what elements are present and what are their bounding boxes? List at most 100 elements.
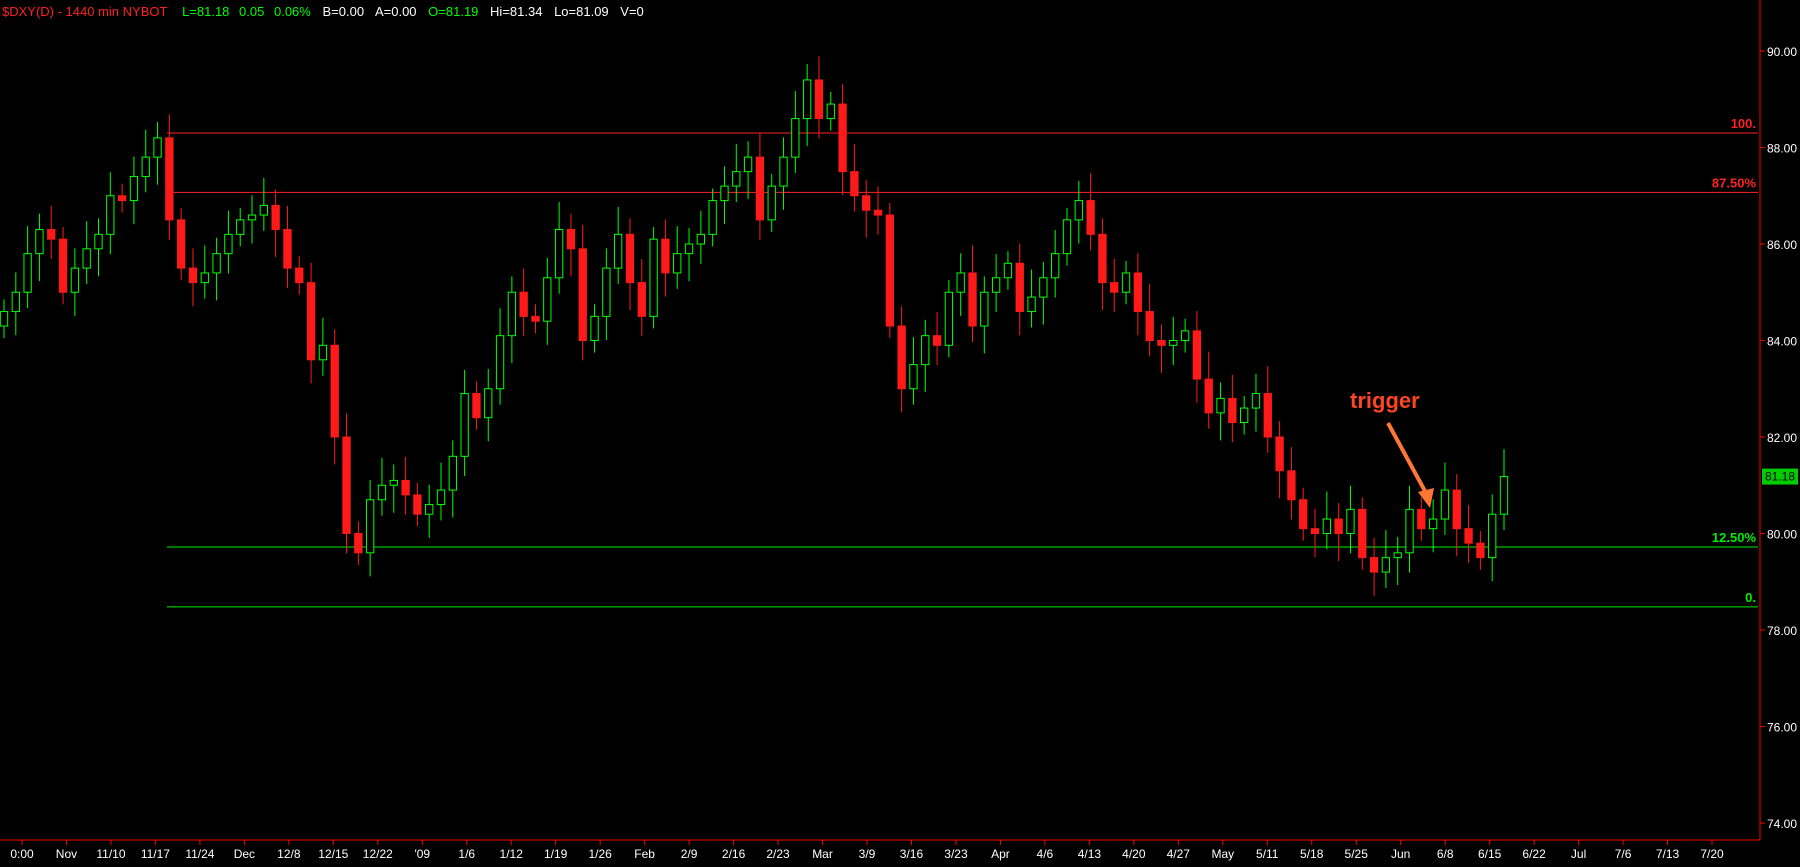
candle-down [1417, 508, 1426, 530]
candle-up [318, 344, 328, 361]
y-tick-label: 76.00 [1767, 721, 1797, 735]
candle-up [247, 214, 257, 221]
candle-down [885, 214, 894, 327]
candle-down [1275, 436, 1284, 472]
candle-up [1428, 518, 1438, 530]
x-tick-label: 6/15 [1478, 847, 1502, 861]
candle-up [212, 253, 221, 274]
candle-up [673, 253, 682, 274]
candle-up [129, 175, 139, 202]
x-tick-label: 11/24 [185, 847, 214, 861]
candle-down [755, 156, 765, 221]
candle-up [1051, 253, 1060, 279]
candle-up [1239, 407, 1249, 424]
header-symbol: $DXY(D) - 1440 min NYBOT [2, 4, 167, 19]
candle-down [271, 204, 280, 231]
candle-up [543, 277, 552, 322]
x-tick-label: 2/23 [766, 847, 790, 861]
chart-background [0, 0, 1800, 862]
candle-down [814, 79, 824, 120]
candle-up [602, 267, 611, 317]
x-tick-label: 12/8 [277, 847, 301, 861]
candle-up [1405, 508, 1414, 554]
header-low: Lo=81.09 [554, 4, 609, 19]
candle-up [153, 137, 162, 158]
candle-down [1086, 200, 1095, 235]
last-price-marker: 81.18 [1762, 468, 1798, 485]
candle-down [1263, 393, 1272, 438]
candle-up [377, 484, 387, 501]
candle-up [767, 185, 776, 221]
candle-up [507, 291, 517, 337]
candle-up [791, 118, 800, 158]
candle-up [224, 233, 233, 255]
candle-up [425, 504, 434, 515]
candle-down [1358, 508, 1367, 559]
candle-down [165, 137, 174, 221]
candle-down [1192, 330, 1202, 380]
y-tick-label: 90.00 [1767, 45, 1797, 59]
candle-up [1216, 397, 1225, 414]
candle-down [117, 195, 127, 202]
candle-up [684, 243, 694, 255]
x-tick-label: 7/13 [1656, 847, 1680, 861]
candle-down [968, 272, 977, 327]
candle-up [732, 171, 741, 187]
candle-down [1204, 378, 1213, 414]
fib-level-label: 87.50% [1712, 175, 1757, 190]
candle-up [1039, 277, 1048, 298]
candle-down [661, 238, 670, 274]
candle-down [1287, 470, 1296, 501]
candle-down [578, 248, 587, 341]
candle-up [70, 267, 80, 293]
candle-down [413, 494, 422, 515]
y-tick-label: 78.00 [1767, 624, 1797, 638]
price-chart[interactable]: $DXY(D) - 1440 min NYBOT . L=81.18 0.05 … [0, 0, 1800, 862]
last-price-label: 81.18 [1765, 470, 1795, 484]
x-tick-label: 1/6 [458, 847, 475, 861]
header-high: Hi=81.34 [490, 4, 542, 19]
candle-up [23, 253, 32, 293]
header-change-pct: 0.06% [274, 4, 311, 19]
candle-up [1322, 518, 1331, 535]
candle-down [283, 229, 292, 269]
candle-down [838, 103, 847, 173]
x-tick-label: 3/23 [944, 847, 968, 861]
candle-down [47, 229, 56, 240]
x-tick-label: 3/9 [859, 847, 876, 861]
candle-down [637, 282, 646, 317]
candle-up [980, 291, 989, 327]
header-bid: B=0.00 [322, 4, 364, 19]
header-open: O=81.19 [428, 4, 478, 19]
candle-up [956, 272, 965, 293]
x-tick-label: '09 [414, 847, 430, 861]
candle-up [236, 219, 245, 235]
candle-up [1027, 296, 1036, 313]
candle-down [932, 335, 942, 346]
candle-down [330, 344, 339, 438]
candle-down [1015, 262, 1024, 313]
x-tick-label: Mar [812, 847, 833, 861]
x-tick-label: 12/22 [363, 847, 393, 861]
candle-up [1003, 262, 1013, 279]
candle-down [1098, 233, 1107, 284]
candle-up [1488, 513, 1497, 559]
candle-up [554, 229, 564, 279]
fib-level-label: 0. [1745, 590, 1756, 605]
trigger-label: trigger [1350, 388, 1420, 413]
candle-down [1110, 282, 1119, 293]
x-tick-label: 7/20 [1700, 847, 1724, 861]
fib-level-label: 100. [1731, 116, 1756, 131]
x-tick-label: 2/9 [681, 847, 698, 861]
candle-up [720, 185, 729, 202]
y-tick-label: 86.00 [1767, 238, 1797, 252]
candle-up [614, 233, 623, 269]
x-tick-label: 6/8 [1437, 847, 1454, 861]
x-tick-label: 5/11 [1256, 847, 1279, 861]
candle-down [850, 171, 859, 197]
candle-down [1299, 499, 1308, 530]
candle-up [35, 229, 44, 255]
candle-down [1145, 311, 1154, 341]
x-tick-label: Jul [1571, 847, 1586, 861]
x-tick-label: 4/13 [1078, 847, 1102, 861]
